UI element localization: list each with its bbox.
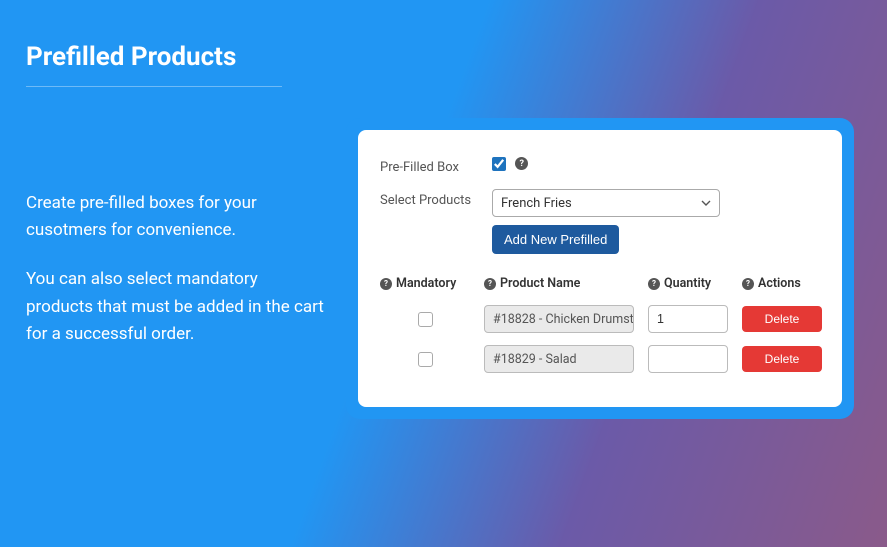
col-actions-label: Actions xyxy=(758,276,801,291)
select-products-label: Select Products xyxy=(380,189,492,208)
col-quantity-label: Quantity xyxy=(664,276,711,291)
divider xyxy=(26,86,282,87)
select-products-row: Select Products French Fries Add New Pre… xyxy=(380,189,820,254)
help-icon[interactable]: ? xyxy=(515,157,528,170)
prefilled-label: Pre-Filled Box xyxy=(380,156,492,175)
cell-mandatory xyxy=(380,352,470,367)
col-quantity: ? Quantity xyxy=(648,276,728,291)
help-icon[interactable]: ? xyxy=(742,278,754,290)
table-header: ? Mandatory ? Product Name ? Quantity ? … xyxy=(380,276,820,291)
cell-mandatory xyxy=(380,312,470,327)
help-icon[interactable]: ? xyxy=(380,278,392,290)
mandatory-checkbox[interactable] xyxy=(418,312,433,327)
col-product-label: Product Name xyxy=(500,276,580,291)
table-row: #18828 - Chicken Drumst Delete xyxy=(380,305,820,333)
prefilled-row: Pre-Filled Box ? xyxy=(380,156,820,175)
select-products-dropdown[interactable]: French Fries xyxy=(492,189,720,217)
quantity-input[interactable] xyxy=(648,345,728,373)
col-mandatory-label: Mandatory xyxy=(396,276,456,291)
description-p1: Create pre-filled boxes for your cusotme… xyxy=(26,190,326,244)
table-row: #18829 - Salad Delete xyxy=(380,345,820,373)
chevron-down-icon xyxy=(701,198,711,208)
product-name-field[interactable]: #18828 - Chicken Drumst xyxy=(484,305,634,333)
delete-button[interactable]: Delete xyxy=(742,306,822,332)
prefilled-checkbox[interactable] xyxy=(492,157,506,171)
delete-button[interactable]: Delete xyxy=(742,346,822,372)
col-product: ? Product Name xyxy=(484,276,634,291)
page-title: Prefilled Products xyxy=(26,42,236,72)
quantity-input[interactable] xyxy=(648,305,728,333)
col-actions: ? Actions xyxy=(742,276,822,291)
description-block: Create pre-filled boxes for your cusotme… xyxy=(26,190,326,370)
description-p2: You can also select mandatory products t… xyxy=(26,266,326,348)
select-products-value: French Fries xyxy=(501,196,572,211)
help-icon[interactable]: ? xyxy=(648,278,660,290)
add-new-prefilled-button[interactable]: Add New Prefilled xyxy=(492,225,619,254)
help-icon[interactable]: ? xyxy=(484,278,496,290)
mandatory-checkbox[interactable] xyxy=(418,352,433,367)
select-products-control: French Fries Add New Prefilled xyxy=(492,189,820,254)
product-name-field[interactable]: #18829 - Salad xyxy=(484,345,634,373)
prefilled-table: ? Mandatory ? Product Name ? Quantity ? … xyxy=(380,276,820,373)
prefilled-control: ? xyxy=(492,156,820,171)
panel-frame: Pre-Filled Box ? Select Products French … xyxy=(346,118,854,419)
col-mandatory: ? Mandatory xyxy=(380,276,470,291)
settings-panel: Pre-Filled Box ? Select Products French … xyxy=(358,130,842,407)
